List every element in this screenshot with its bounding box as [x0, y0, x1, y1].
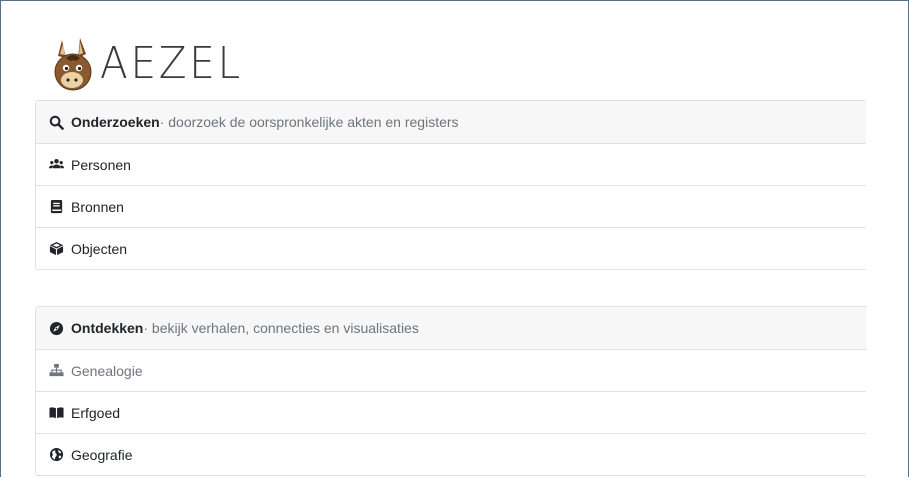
sitemap-icon [48, 363, 64, 379]
nav-item-label: Bronnen [71, 198, 124, 215]
users-icon [48, 157, 64, 173]
research-subtitle: · doorzoek de oorspronkelijke akten en r… [159, 114, 459, 130]
nav-item-bronnen[interactable]: Bronnen [36, 185, 866, 227]
nav-item-label: Genealogie [71, 362, 143, 379]
logo-text: AEZEL [100, 38, 243, 89]
site-logo[interactable]: AEZEL [48, 35, 255, 93]
book-open-icon [48, 405, 64, 421]
donkey-logo-icon [54, 38, 92, 91]
globe-icon [48, 447, 64, 463]
nav-item-objecten[interactable]: Objecten [36, 227, 866, 269]
book-icon [48, 199, 64, 215]
page-frame: AEZEL Onderzoeken · doorzoek de oorspron… [0, 0, 909, 477]
compass-icon [48, 320, 64, 336]
research-header: Onderzoeken · doorzoek de oorspronkelijk… [36, 101, 866, 143]
nav-item-label: Objecten [71, 240, 128, 257]
search-icon [48, 114, 64, 130]
nav-item-genealogie[interactable]: Genealogie [36, 349, 866, 391]
discover-title: Ontdekken [71, 320, 144, 336]
nav-item-geografie[interactable]: Geografie [36, 433, 866, 475]
nav-item-erfgoed[interactable]: Erfgoed [36, 391, 866, 433]
research-title: Onderzoeken [71, 114, 160, 130]
nav-item-label: Erfgoed [71, 404, 121, 421]
discover-panel: Ontdekken · bekijk verhalen, connecties … [35, 306, 866, 476]
discover-subtitle: · bekijk verhalen, connecties en visuali… [143, 320, 419, 336]
discover-header: Ontdekken · bekijk verhalen, connecties … [36, 307, 866, 349]
nav-item-personen[interactable]: Personen [36, 143, 866, 185]
research-panel: Onderzoeken · doorzoek de oorspronkelijk… [35, 100, 866, 270]
cube-icon [48, 241, 64, 257]
nav-item-label: Geografie [71, 446, 133, 463]
nav-item-label: Personen [71, 156, 131, 173]
